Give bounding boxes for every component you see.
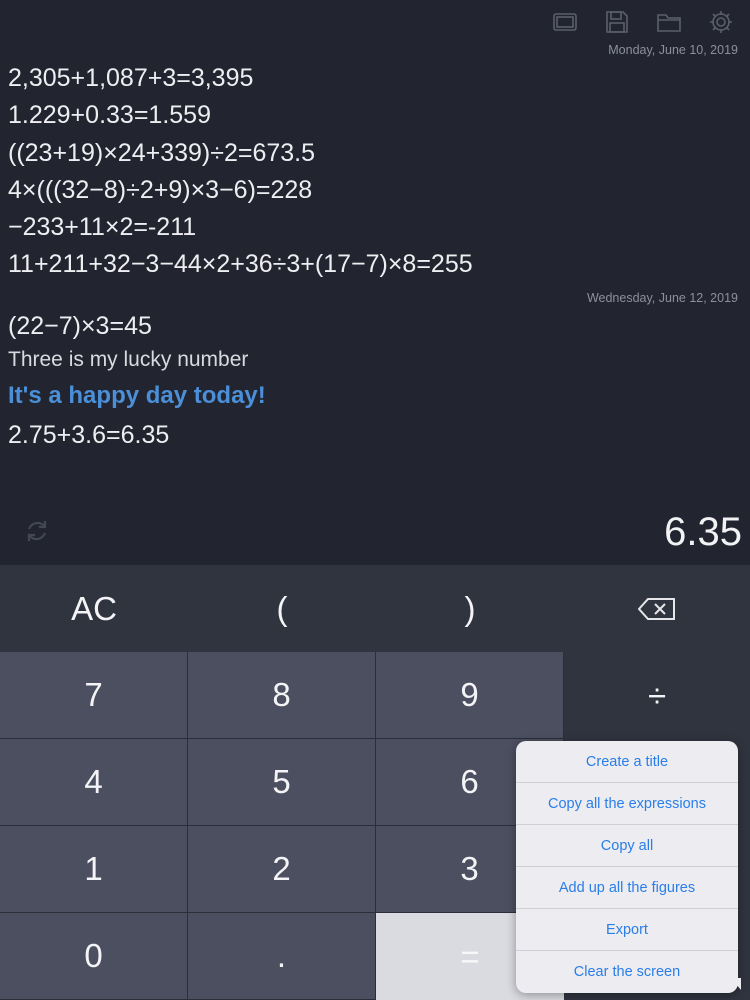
gear-icon[interactable] — [706, 7, 736, 37]
menu-pointer — [731, 978, 741, 990]
history-line[interactable]: ((23+19)×24+339)÷2=673.5 — [0, 135, 750, 172]
open-paren-button[interactable]: ( — [188, 565, 376, 652]
digit-8-button[interactable]: 8 — [188, 652, 376, 739]
refresh-icon[interactable] — [24, 518, 50, 544]
history-line[interactable]: (22−7)×3=45 — [0, 308, 750, 345]
backspace-icon — [638, 597, 675, 620]
result-display: 6.35 — [664, 510, 742, 554]
history-line[interactable]: 4×(((32−8)÷2+9)×3−6)=228 — [0, 172, 750, 209]
clear-button[interactable]: AC — [0, 565, 188, 652]
fullscreen-icon[interactable] — [550, 7, 580, 37]
equals-context-menu: Create a title Copy all the expressions … — [516, 741, 738, 993]
history-line[interactable]: −233+11×2=-211 — [0, 209, 750, 246]
digit-7-button[interactable]: 7 — [0, 652, 188, 739]
backspace-button[interactable] — [564, 565, 750, 652]
section-date: Monday, June 10, 2019 — [608, 43, 738, 57]
folder-icon[interactable] — [654, 7, 684, 37]
history-title[interactable]: It's a happy day today! — [0, 375, 750, 417]
digit-4-button[interactable]: 4 — [0, 739, 188, 826]
digit-0-button[interactable]: 0 — [0, 913, 188, 1000]
menu-item-create-title[interactable]: Create a title — [516, 741, 738, 783]
divide-button[interactable]: ÷ — [564, 652, 750, 739]
digit-5-button[interactable]: 5 — [188, 739, 376, 826]
history-line[interactable]: 2,305+1,087+3=3,395 — [0, 60, 750, 97]
toolbar — [550, 6, 736, 38]
history-note[interactable]: Three is my lucky number — [0, 345, 750, 375]
menu-item-copy-expressions[interactable]: Copy all the expressions — [516, 783, 738, 825]
save-icon[interactable] — [602, 7, 632, 37]
history-line[interactable]: 1.229+0.33=1.559 — [0, 97, 750, 134]
close-paren-button[interactable]: ) — [376, 565, 564, 652]
menu-item-clear-screen[interactable]: Clear the screen — [516, 951, 738, 993]
menu-item-add-up-figures[interactable]: Add up all the figures — [516, 867, 738, 909]
history-panel[interactable]: Monday, June 10, 2019 2,305+1,087+3=3,39… — [0, 40, 750, 500]
history-line[interactable]: 11+211+32−3−44×2+36÷3+(17−7)×8=255 — [0, 246, 750, 283]
menu-item-copy-all[interactable]: Copy all — [516, 825, 738, 867]
menu-item-export[interactable]: Export — [516, 909, 738, 951]
digit-2-button[interactable]: 2 — [188, 826, 376, 913]
digit-9-button[interactable]: 9 — [376, 652, 564, 739]
digit-1-button[interactable]: 1 — [0, 826, 188, 913]
decimal-button[interactable]: . — [188, 913, 376, 1000]
section-date: Wednesday, June 12, 2019 — [586, 290, 738, 305]
history-line[interactable]: 2.75+3.6=6.35 — [0, 417, 750, 454]
display: 6.35 — [0, 500, 750, 564]
